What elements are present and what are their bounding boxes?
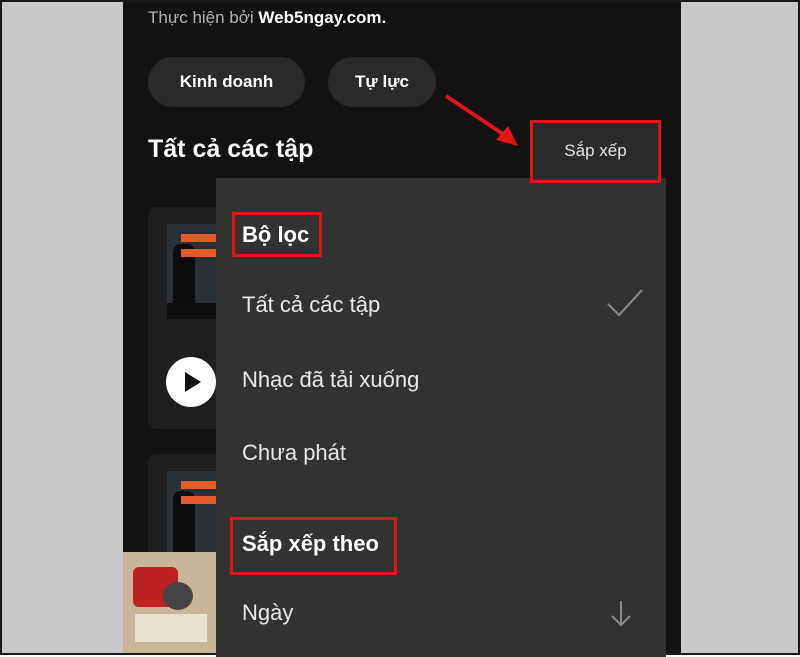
filter-item-all-episodes[interactable]: Tất cả các tập xyxy=(242,292,380,318)
filter-item-unplayed[interactable]: Chưa phát xyxy=(242,440,346,466)
screenshot-frame: Thực hiện bởi Web5ngay.com. Kinh doanh T… xyxy=(0,0,800,657)
arrow-down-icon[interactable] xyxy=(610,599,632,627)
section-title: Tất cả các tập xyxy=(148,135,314,163)
byline: Thực hiện bởi Web5ngay.com. xyxy=(148,8,386,28)
filter-item-downloaded[interactable]: Nhạc đã tải xuống xyxy=(242,367,419,393)
checkmark-icon xyxy=(607,289,643,317)
play-icon[interactable] xyxy=(166,357,216,407)
sort-item-date[interactable]: Ngày xyxy=(242,600,293,626)
red-arrow-icon xyxy=(444,94,518,146)
highlight-sort-heading xyxy=(230,517,397,575)
overlay-photo xyxy=(123,552,219,653)
chip-tu-luc[interactable]: Tự lực xyxy=(328,57,436,107)
byline-prefix: Thực hiện bởi xyxy=(148,8,254,27)
highlight-sort-button xyxy=(530,120,661,183)
byline-brand: Web5ngay.com. xyxy=(258,8,387,27)
highlight-filter-heading xyxy=(232,212,322,257)
chip-kinh-doanh[interactable]: Kinh doanh xyxy=(148,57,305,107)
